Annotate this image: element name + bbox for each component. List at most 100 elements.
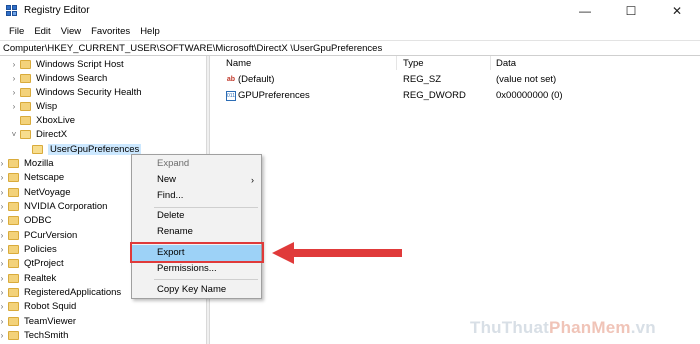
menu-view[interactable]: View <box>56 26 86 37</box>
expand-chevron-icon[interactable]: › <box>10 102 18 111</box>
column-divider[interactable] <box>490 56 491 70</box>
folder-icon <box>20 73 31 83</box>
window-title: Registry Editor <box>24 5 90 16</box>
tree-item-odbc[interactable]: › ODBC <box>0 213 52 227</box>
tree-item-label: Windows Security Health <box>36 86 142 98</box>
folder-icon <box>8 244 19 254</box>
expand-chevron-icon[interactable]: › <box>10 60 18 69</box>
column-header-type[interactable]: Type <box>403 58 424 69</box>
folder-icon <box>20 115 31 125</box>
value-row[interactable]: 011 GPUPreferences REG_DWORD 0x00000000 … <box>226 89 696 103</box>
menu-file[interactable]: File <box>4 26 29 37</box>
tree-item-label: Mozilla <box>24 157 54 169</box>
expand-chevron-icon[interactable]: › <box>0 259 6 268</box>
folder-icon <box>32 144 43 154</box>
value-data: (value not set) <box>496 74 557 85</box>
expand-chevron-icon[interactable]: › <box>0 231 6 240</box>
minimize-button[interactable]: — <box>562 0 608 22</box>
collapse-chevron-icon[interactable]: ˅ <box>10 130 18 139</box>
column-divider[interactable] <box>396 56 397 70</box>
folder-icon <box>8 301 19 311</box>
column-header-name[interactable]: Name <box>226 58 251 69</box>
value-type: REG_SZ <box>403 74 442 85</box>
folder-icon <box>8 287 19 297</box>
tree-item-realtek[interactable]: › Realtek <box>0 271 57 285</box>
tree-item-policies[interactable]: › Policies <box>0 242 57 256</box>
tree-item-label: DirectX <box>36 128 68 140</box>
tree-item-nvidia-corporation[interactable]: › NVIDIA Corporation <box>0 199 108 213</box>
tree-item-windows-search[interactable]: › Windows Search <box>10 71 108 85</box>
tree-item-registeredapplications[interactable]: › RegisteredApplications <box>0 285 122 299</box>
tree-item-directx[interactable]: ˅ DirectX <box>10 127 68 141</box>
address-bar[interactable]: Computer\HKEY_CURRENT_USER\SOFTWARE\Micr… <box>0 40 700 56</box>
tree-item-label: Windows Script Host <box>36 58 124 70</box>
value-row[interactable]: ab (Default) REG_SZ (value not set) <box>226 73 696 87</box>
tree-item-label: NetVoyage <box>24 186 71 198</box>
export-highlight-box <box>130 242 264 263</box>
tree-item-mozilla[interactable]: › Mozilla <box>0 156 54 170</box>
close-button[interactable]: ✕ <box>654 0 700 22</box>
expand-chevron-icon[interactable]: › <box>0 331 6 340</box>
folder-icon <box>8 230 19 240</box>
menu-edit[interactable]: Edit <box>29 26 55 37</box>
tree-item-usergpupreferences[interactable]: UserGpuPreferences <box>22 142 142 156</box>
tree-item-label: NVIDIA Corporation <box>24 200 108 212</box>
values-list: Name Type Data ab (Default) REG_SZ (valu… <box>220 56 700 344</box>
context-item-delete[interactable]: Delete <box>132 208 261 224</box>
tree-item-label: Policies <box>24 243 57 255</box>
expand-chevron-icon[interactable]: › <box>10 74 18 83</box>
context-item-expand[interactable]: Expand <box>132 156 261 172</box>
context-item-permissions[interactable]: Permissions... <box>132 261 261 277</box>
tree-item-qtproject[interactable]: › QtProject <box>0 256 64 270</box>
expand-chevron-icon[interactable]: › <box>0 302 6 311</box>
expand-chevron-icon[interactable]: › <box>0 288 6 297</box>
tree-item-wisp[interactable]: › Wisp <box>10 99 57 113</box>
expand-chevron-icon[interactable]: › <box>0 159 6 168</box>
tree-item-netscape[interactable]: › Netscape <box>0 170 64 184</box>
tree-item-teamviewer[interactable]: › TeamViewer <box>0 314 76 328</box>
folder-icon <box>8 330 19 340</box>
tree-item-xboxlive[interactable]: XboxLive <box>10 113 75 127</box>
watermark-part: PhanMem <box>549 318 631 337</box>
value-name: (Default) <box>238 74 275 85</box>
watermark-part: ThuThuat <box>470 318 550 337</box>
tree-item-netvoyage[interactable]: › NetVoyage <box>0 185 71 199</box>
tree-item-pcurversion[interactable]: › PCurVersion <box>0 228 78 242</box>
expand-chevron-icon[interactable]: › <box>0 317 6 326</box>
tree-item-robot-squid[interactable]: › Robot Squid <box>0 299 77 313</box>
folder-icon <box>8 258 19 268</box>
context-item-copy-key-name[interactable]: Copy Key Name <box>132 282 261 298</box>
tree-item-label: RegisteredApplications <box>24 286 122 298</box>
context-item-label: New <box>157 174 177 185</box>
tree-item-label: ODBC <box>24 214 52 226</box>
folder-icon <box>8 187 19 197</box>
expand-chevron-icon[interactable]: › <box>0 173 6 182</box>
folder-icon <box>8 201 19 211</box>
expand-chevron-icon[interactable]: › <box>0 274 6 283</box>
context-item-find[interactable]: Find... <box>132 188 261 204</box>
tree-item-techsmith[interactable]: › TechSmith <box>0 328 69 342</box>
folder-icon <box>8 215 19 225</box>
expand-chevron-icon[interactable]: › <box>0 216 6 225</box>
value-type: REG_DWORD <box>403 90 466 101</box>
expand-chevron-icon[interactable]: › <box>10 88 18 97</box>
string-value-icon: ab <box>226 76 236 83</box>
expand-chevron-icon[interactable]: › <box>0 245 6 254</box>
tree-item-windows-security-health[interactable]: › Windows Security Health <box>10 85 142 99</box>
maximize-button[interactable]: ☐ <box>608 0 654 22</box>
folder-icon <box>20 59 31 69</box>
expand-chevron-icon[interactable]: › <box>0 202 6 211</box>
menu-help[interactable]: Help <box>135 26 165 37</box>
menu-separator <box>154 279 258 280</box>
tree-item-label: Netscape <box>24 171 65 183</box>
context-item-rename[interactable]: Rename <box>132 224 261 240</box>
tree-item-windows-script-host[interactable]: › Windows Script Host <box>10 57 124 71</box>
dword-value-icon: 011 <box>226 91 236 101</box>
folder-icon <box>8 273 19 283</box>
column-header-data[interactable]: Data <box>496 58 516 69</box>
menu-favorites[interactable]: Favorites <box>86 26 135 37</box>
value-data: 0x00000000 (0) <box>496 90 563 101</box>
context-item-new[interactable]: New › <box>132 172 261 188</box>
expand-chevron-icon[interactable]: › <box>0 188 6 197</box>
tree-item-label: Realtek <box>24 272 57 284</box>
